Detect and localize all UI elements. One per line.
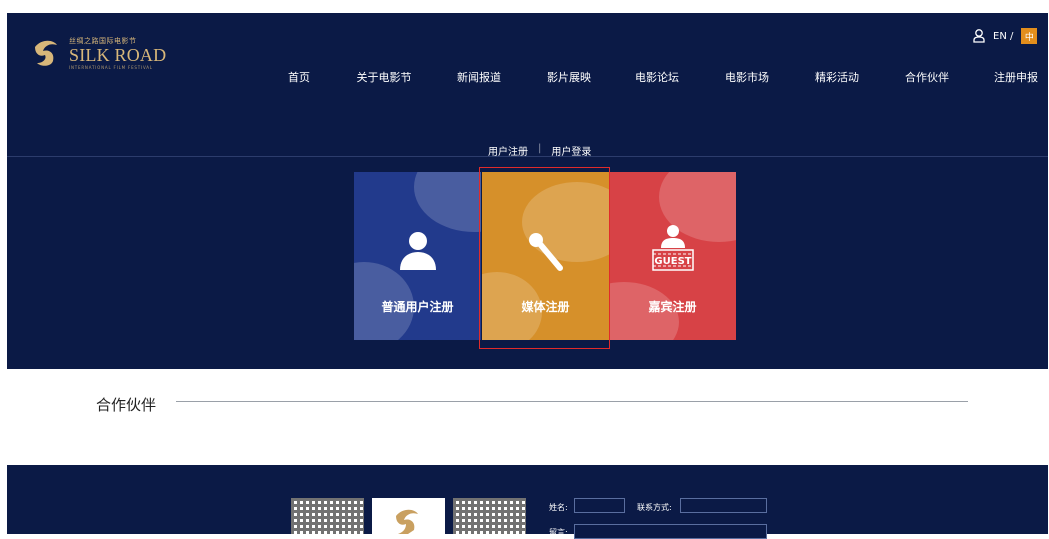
nav-registration[interactable]: 注册申报 bbox=[994, 69, 1038, 85]
logo-text-cn: 丝绸之路国际电影节 bbox=[69, 37, 137, 45]
logo-icon bbox=[35, 40, 57, 66]
logo-icon bbox=[396, 509, 418, 534]
card-user-label: 普通用户注册 bbox=[381, 300, 454, 314]
footer: 姓名: 联系方式: 留言: bbox=[7, 465, 1048, 539]
message-label: 留言: bbox=[549, 528, 568, 537]
top-right-tools: EN / 中 bbox=[973, 28, 1038, 44]
logo-text-sub: INTERNATIONAL FILM FESTIVAL bbox=[69, 65, 153, 70]
partners-divider bbox=[176, 401, 968, 402]
registration-panel: 普通用户注册 媒体注册 GUEST 嘉宾注册 bbox=[7, 156, 1048, 369]
message-input[interactable] bbox=[574, 524, 767, 539]
name-input[interactable] bbox=[574, 498, 625, 513]
nav-about[interactable]: 关于电影节 bbox=[357, 69, 412, 85]
header: 丝绸之路国际电影节 SILK ROAD INTERNATIONAL FILM F… bbox=[7, 13, 1048, 158]
site-logo[interactable]: 丝绸之路国际电影节 SILK ROAD INTERNATIONAL FILM F… bbox=[31, 37, 166, 70]
card-media-register[interactable]: 媒体注册 bbox=[482, 172, 609, 340]
contact-input[interactable] bbox=[680, 498, 767, 513]
nav-screenings[interactable]: 影片展映 bbox=[547, 69, 591, 85]
user-icon[interactable] bbox=[973, 29, 985, 43]
qr-code-left bbox=[291, 498, 364, 534]
nav-forum[interactable]: 电影论坛 bbox=[635, 69, 679, 85]
contact-label: 联系方式: bbox=[637, 503, 672, 512]
card-guest-label: 嘉宾注册 bbox=[648, 300, 697, 314]
microphone-icon bbox=[528, 233, 563, 271]
person-icon bbox=[399, 232, 436, 270]
name-label: 姓名: bbox=[549, 503, 568, 512]
nav-events[interactable]: 精彩活动 bbox=[815, 69, 859, 85]
qr-code-right bbox=[453, 498, 526, 534]
guest-icon: GUEST bbox=[651, 225, 694, 271]
footer-logo bbox=[372, 498, 445, 534]
guest-icon-text: GUEST bbox=[654, 256, 691, 267]
logo-text-en: SILK ROAD bbox=[69, 45, 167, 65]
nav-partners[interactable]: 合作伙伴 bbox=[905, 69, 949, 85]
lang-en[interactable]: EN / bbox=[993, 31, 1013, 42]
card-guest-register[interactable]: GUEST 嘉宾注册 bbox=[609, 172, 736, 340]
card-user-register[interactable]: 普通用户注册 bbox=[354, 172, 481, 340]
nav-market[interactable]: 电影市场 bbox=[725, 69, 769, 85]
nav-news[interactable]: 新闻报道 bbox=[457, 69, 501, 85]
nav-home[interactable]: 首页 bbox=[288, 69, 310, 85]
partners-title: 合作伙伴 bbox=[96, 396, 157, 414]
card-media-label: 媒体注册 bbox=[521, 300, 570, 314]
lang-zh[interactable]: 中 bbox=[1021, 28, 1038, 44]
